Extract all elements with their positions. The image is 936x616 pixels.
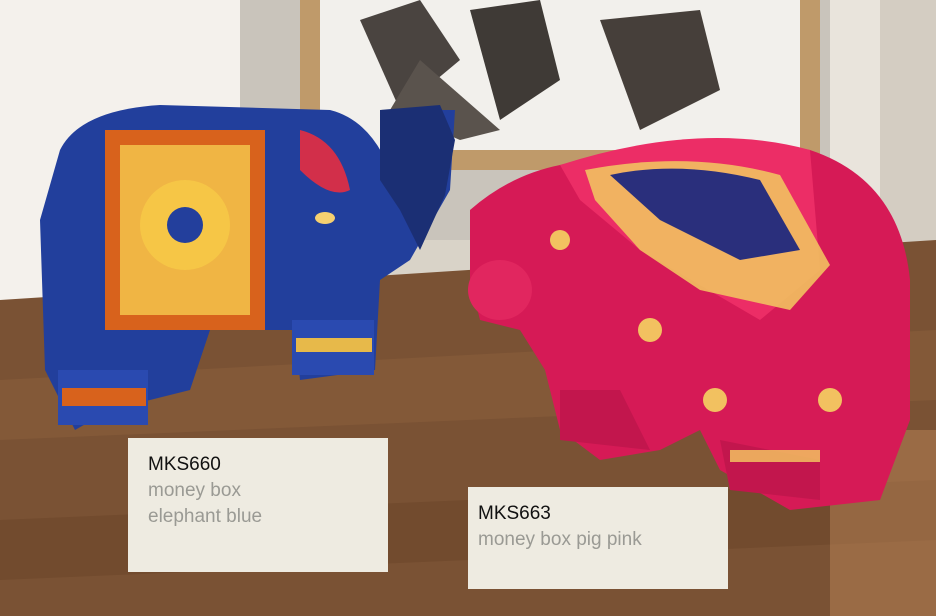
product-code: MKS663 [478, 503, 551, 524]
product-photo: MKS660 money box elephant blue MKS663 mo… [0, 0, 936, 616]
product-label-mks663: MKS663 money box pig pink [468, 487, 728, 589]
product-code: MKS660 [148, 454, 221, 475]
product-label-mks660: MKS660 money box elephant blue [128, 438, 388, 572]
product-description-line-1: money box pig pink [478, 529, 642, 550]
product-description-line-1: money box [148, 480, 241, 501]
product-description-line-2: elephant blue [148, 506, 263, 527]
